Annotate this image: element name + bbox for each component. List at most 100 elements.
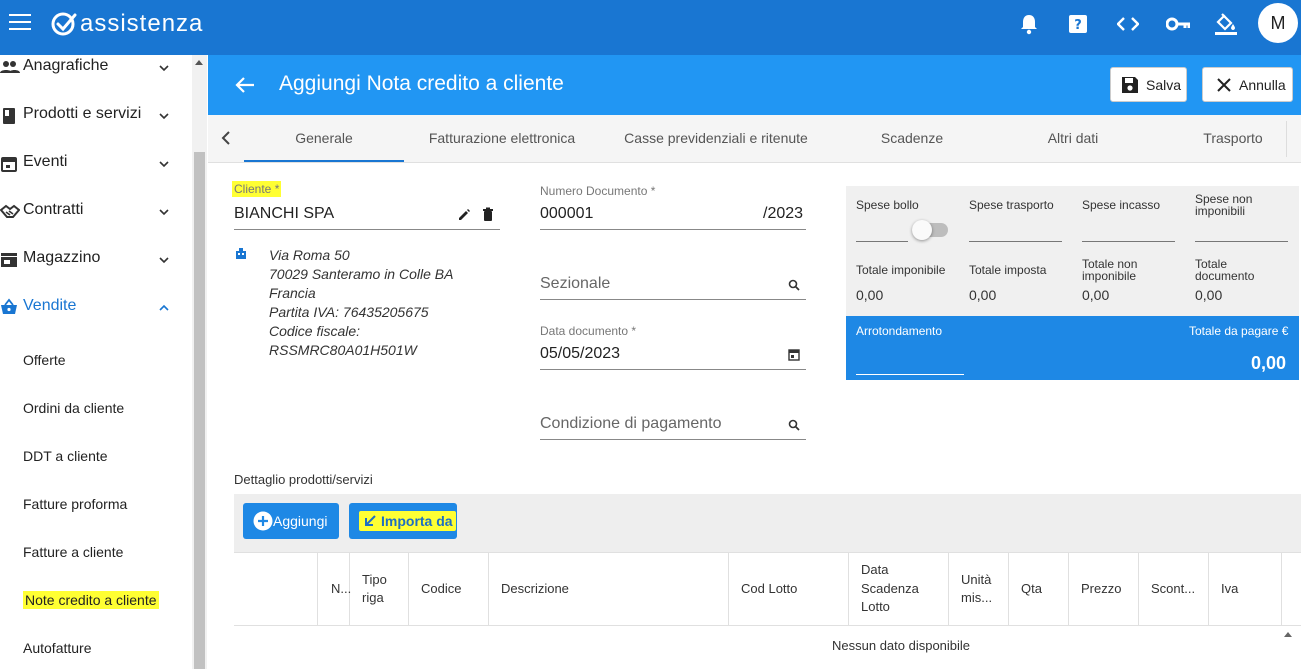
spese-incasso-input[interactable] [1082,241,1175,242]
cliente-label: Cliente * [232,181,282,197]
spese-bollo-underline [856,241,908,242]
grid-body [234,626,1301,669]
address-street: Via Roma 50 [269,247,350,263]
spese-trasporto-input[interactable] [969,241,1062,242]
empty-grid-message: Nessun dato disponibile [832,638,971,653]
import-label: Importa da [381,513,453,529]
sezionale-input[interactable]: Sezionale [540,275,610,293]
data-documento-label: Data documento * [540,324,637,338]
tab-fatturazione-elettronica[interactable]: Fatturazione elettronica [404,130,600,146]
trash-icon[interactable] [482,207,494,222]
totale-pagare-label: Totale da pagare € [1189,324,1289,338]
key-icon[interactable] [1166,12,1190,36]
book-icon [3,108,15,124]
column-header-prezzo[interactable]: Prezzo [1081,580,1121,598]
sidebar-item-eventi[interactable]: Eventi [0,144,192,192]
save-button[interactable]: Salva [1110,67,1187,102]
cancel-button[interactable]: Annulla [1202,67,1293,102]
menu-icon[interactable] [9,14,31,32]
sidebar-subitem-fatture[interactable]: Fatture a cliente [23,544,123,560]
column-divider [488,553,489,625]
help-icon[interactable]: ? [1066,12,1090,36]
save-label: Salva [1146,76,1182,93]
sidebar-subitem-autofatture[interactable]: Autofatture [23,640,92,656]
condizione-pagamento-input[interactable]: Condizione di pagamento [540,415,721,433]
sidebar-item-label: Contratti [23,201,84,218]
totale-imponibile-label: Totale imponibile [856,263,946,277]
arrotondamento-label: Arrotondamento [856,324,943,338]
add-row-button[interactable]: Aggiungi [243,503,339,539]
spese-incasso-label: Spese incasso [1082,198,1161,212]
column-header-unita-1[interactable]: Unità [961,571,991,589]
column-header-data-1[interactable]: Data [861,561,888,579]
top-app-bar: assistenza ? M [0,0,1301,55]
search-icon[interactable] [788,279,800,291]
chevron-down-icon [159,113,169,120]
building-icon [236,248,246,259]
cliente-field[interactable]: BIANCHI SPA [234,205,334,223]
numero-documento-input[interactable]: 000001 [540,205,593,223]
sidebar-subitem-note-credito[interactable]: Note credito a cliente [23,591,159,609]
totale-pagare-value: 0,00 [1251,353,1287,373]
column-header-qta[interactable]: Qta [1021,580,1042,598]
paint-bucket-icon[interactable] [1214,12,1238,36]
scroll-up-arrow-icon[interactable] [195,60,203,65]
app-logo[interactable]: assistenza [50,10,203,38]
column-header-descrizione[interactable]: Descrizione [501,580,569,598]
tab-casse-previdenziali[interactable]: Casse previdenziali e ritenute [606,130,826,146]
tab-scadenze[interactable]: Scadenze [832,130,992,146]
logo-check-icon [51,12,77,36]
chevron-left-icon[interactable] [220,130,232,146]
sidebar-item-contratti[interactable]: Contratti [0,192,192,240]
sidebar-item-label: Anagrafiche [23,57,109,74]
user-avatar[interactable]: M [1258,3,1298,43]
column-header-tipo-2[interactable]: riga [362,589,384,607]
sidebar-item-prodotti[interactable]: Prodotti e servizi [0,96,192,144]
back-arrow-icon[interactable] [234,74,256,96]
sidebar-item-vendite[interactable]: Vendite [0,288,192,336]
numero-documento-label: Numero Documento * [540,184,656,198]
column-header-iva[interactable]: Iva [1221,580,1238,598]
tab-generale[interactable]: Generale [244,130,404,146]
sidebar-item-anagrafiche[interactable]: Anagrafiche [0,55,192,96]
column-header-n[interactable]: N... [331,580,351,598]
basket-icon [1,298,17,314]
column-divider [1008,553,1009,625]
sidebar-subitem-ddt[interactable]: DDT a cliente [23,448,108,464]
column-divider [848,553,849,625]
store-icon [1,253,17,267]
data-documento-input[interactable]: 05/05/2023 [540,345,620,363]
column-header-cod-lotto[interactable]: Cod Lotto [741,580,797,598]
column-header-unita-2[interactable]: mis... [961,589,992,607]
highlighted-label: Note credito a cliente [23,591,159,609]
column-header-codice[interactable]: Codice [421,580,461,598]
search-icon[interactable] [788,419,800,431]
tab-trasporto[interactable]: Trasporto [1153,130,1301,146]
arrotondamento-input[interactable] [856,374,964,375]
column-header-data-2[interactable]: Scadenza [861,580,919,598]
pencil-icon[interactable] [457,208,471,222]
address-country: Francia [269,285,316,301]
spese-non-imponibili-label-2: imponibili [1195,204,1246,218]
sidebar-scrollbar-thumb[interactable] [194,152,205,669]
code-icon[interactable] [1116,12,1140,36]
import-button[interactable]: Importa da [349,503,457,539]
cancel-label: Annulla [1239,76,1286,93]
spese-bollo-label: Spese bollo [856,198,919,212]
highlighted-label: Cliente * [232,181,282,197]
column-header-tipo-1[interactable]: Tipo [362,571,387,589]
calendar-icon[interactable] [788,348,800,361]
tab-altri-dati[interactable]: Altri dati [993,130,1153,146]
toggle-knob[interactable] [912,220,932,240]
bell-icon[interactable] [1017,12,1041,36]
sidebar-subitem-proforma[interactable]: Fatture proforma [23,496,127,512]
spese-non-imponibili-input[interactable] [1195,241,1288,242]
grid-scroll-up-icon[interactable] [1284,632,1292,637]
column-header-data-3[interactable]: Lotto [861,598,890,616]
sidebar-subitem-offerte[interactable]: Offerte [23,352,66,368]
page-title: Aggiungi Nota credito a cliente [279,72,564,95]
sidebar-subitem-ordini[interactable]: Ordini da cliente [23,400,124,416]
sidebar-item-magazzino[interactable]: Magazzino [0,240,192,288]
sezionale-underline [540,299,806,300]
column-header-sconto[interactable]: Scont... [1151,580,1195,598]
